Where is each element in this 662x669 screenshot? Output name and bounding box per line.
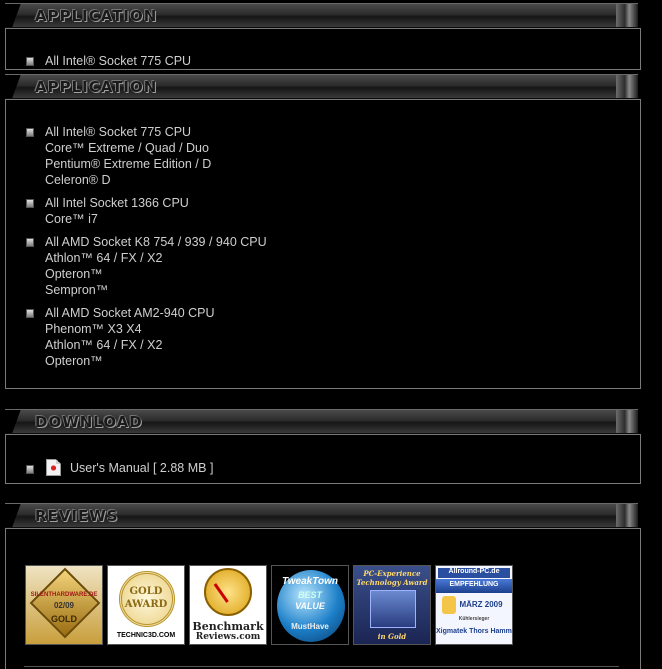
section-title: APPLICATION bbox=[35, 7, 158, 25]
manual-label[interactable]: User's Manual bbox=[70, 461, 150, 475]
list-item: All Intel® Socket 775 CPU Core™ Extreme … bbox=[26, 53, 209, 69]
section-title: APPLICATION bbox=[35, 78, 158, 96]
divider bbox=[24, 666, 619, 667]
award-technic3d-gold[interactable]: GOLD AWARD TECHNIC3D.COM bbox=[107, 565, 185, 645]
application-header: APPLICATION bbox=[5, 74, 638, 99]
cpu-list: All Intel® Socket 775 CPU Core™ Extreme … bbox=[26, 124, 267, 369]
list-item: All AMD Socket K8 754 / 939 / 940 CPU At… bbox=[26, 234, 267, 298]
manual-size: [ 2.88 MB ] bbox=[152, 461, 214, 475]
application-header-partial: APPLICATION bbox=[5, 3, 638, 28]
list-item: All Intel® Socket 775 CPU Core™ Extreme … bbox=[26, 124, 267, 188]
bullet-icon bbox=[26, 465, 34, 474]
download-panel: User's Manual [ 2.88 MB ] bbox=[5, 434, 641, 484]
list-item: All Intel Socket 1366 CPU Core™ i7 bbox=[26, 195, 267, 227]
computer-icon bbox=[370, 590, 416, 628]
application-panel-partial: All Intel® Socket 775 CPU Core™ Extreme … bbox=[5, 28, 641, 70]
award-pc-experience[interactable]: PC-Experience Technology Award in Gold bbox=[353, 565, 431, 645]
bullet-icon bbox=[26, 57, 34, 66]
download-header: DOWNLOAD bbox=[5, 409, 638, 434]
award-silenthardware-gold[interactable]: SILENTHARDWARE.DE 02/09 GOLD bbox=[25, 565, 103, 645]
award-tweaktown-best-value[interactable]: TweakTown BEST VALUE MustHave bbox=[271, 565, 349, 645]
bullet-icon bbox=[26, 199, 34, 208]
bullet-icon bbox=[26, 128, 34, 137]
reviews-panel: SILENTHARDWARE.DE 02/09 GOLD GOLD AWARD … bbox=[5, 528, 641, 669]
section-title: DOWNLOAD bbox=[35, 413, 143, 431]
bullet-icon bbox=[26, 309, 34, 318]
bullet-icon bbox=[26, 238, 34, 247]
section-title: REVIEWS bbox=[35, 507, 119, 525]
reviews-header: REVIEWS bbox=[5, 503, 638, 528]
pdf-file-icon[interactable] bbox=[46, 459, 61, 476]
application-panel: All Intel® Socket 775 CPU Core™ Extreme … bbox=[5, 99, 641, 389]
award-allround-pc[interactable]: Allround-PC.de EMPFEHLUNG MÄRZ 2009 Kühl… bbox=[435, 565, 513, 645]
awards-row: SILENTHARDWARE.DE 02/09 GOLD GOLD AWARD … bbox=[25, 565, 513, 645]
list-item: All AMD Socket AM2-940 CPU Phenom™ X3 X4… bbox=[26, 305, 267, 369]
cpu-list-partial: All Intel® Socket 775 CPU Core™ Extreme … bbox=[26, 53, 209, 69]
award-benchmark-reviews[interactable]: Benchmark Reviews.com bbox=[189, 565, 267, 645]
